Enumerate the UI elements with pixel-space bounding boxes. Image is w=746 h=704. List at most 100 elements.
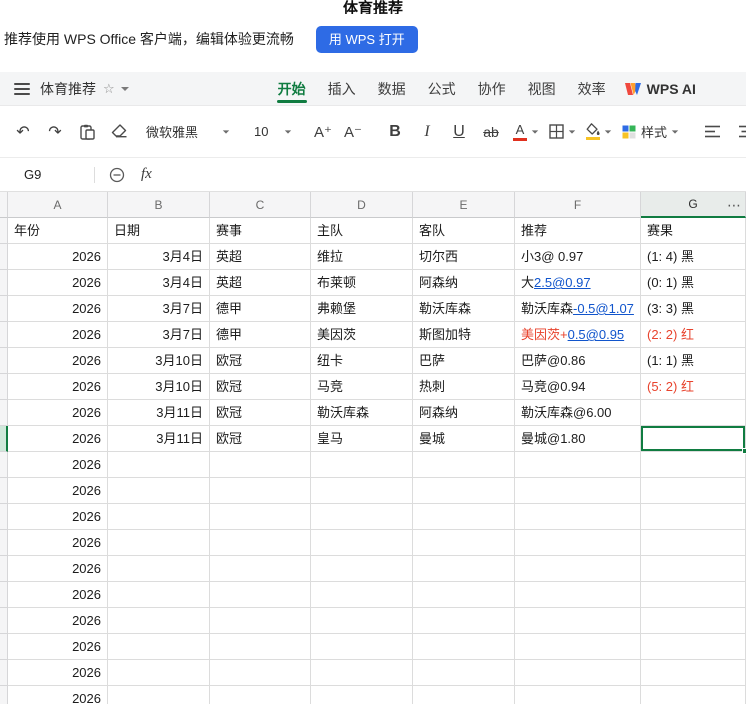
tab-collaborate[interactable]: 协作: [467, 72, 517, 105]
cell-tip[interactable]: [515, 504, 641, 530]
column-header-f[interactable]: F: [515, 192, 641, 218]
cell-result[interactable]: (1: 4) 黑: [641, 244, 746, 270]
row-header[interactable]: [0, 686, 8, 704]
cell-home[interactable]: 纽卡: [311, 348, 413, 374]
cell-date[interactable]: 3月10日: [108, 374, 210, 400]
cell-year[interactable]: 2026: [8, 478, 108, 504]
more-columns-button[interactable]: ⋯: [727, 192, 741, 218]
header-result[interactable]: 赛果: [641, 218, 746, 244]
cell-year[interactable]: 2026: [8, 530, 108, 556]
header-away[interactable]: 客队: [413, 218, 515, 244]
row-header[interactable]: [0, 660, 8, 686]
cell-year[interactable]: 2026: [8, 608, 108, 634]
cell-result[interactable]: [641, 608, 746, 634]
borders-button[interactable]: [549, 117, 576, 147]
cell-date[interactable]: 3月4日: [108, 270, 210, 296]
cell-tip[interactable]: [515, 608, 641, 634]
cell-date[interactable]: [108, 504, 210, 530]
cell-result[interactable]: (0: 1) 黑: [641, 270, 746, 296]
cell-year[interactable]: 2026: [8, 556, 108, 582]
cell-event[interactable]: [210, 686, 311, 704]
cell-away[interactable]: [413, 582, 515, 608]
row-header[interactable]: [0, 530, 8, 556]
cell-year[interactable]: 2026: [8, 322, 108, 348]
tab-efficiency[interactable]: 效率: [567, 72, 617, 105]
cell-year[interactable]: 2026: [8, 296, 108, 322]
cell-date[interactable]: 3月11日: [108, 400, 210, 426]
cell-tip[interactable]: [515, 478, 641, 504]
header-event[interactable]: 赛事: [210, 218, 311, 244]
cell-year[interactable]: 2026: [8, 686, 108, 704]
wps-ai-button[interactable]: WPS AI: [624, 81, 696, 97]
cell-away[interactable]: 勒沃库森: [413, 296, 515, 322]
cell-home[interactable]: 美因茨: [311, 322, 413, 348]
cell-date[interactable]: 3月7日: [108, 296, 210, 322]
cell-tip[interactable]: [515, 686, 641, 704]
cell-away[interactable]: 巴萨: [413, 348, 515, 374]
cell-year[interactable]: 2026: [8, 244, 108, 270]
cell-year[interactable]: 2026: [8, 582, 108, 608]
cell-home[interactable]: [311, 660, 413, 686]
row-header[interactable]: [0, 452, 8, 478]
cell-result[interactable]: [641, 478, 746, 504]
cell-result[interactable]: [641, 660, 746, 686]
cell-away[interactable]: [413, 634, 515, 660]
cell-away[interactable]: [413, 660, 515, 686]
header-year[interactable]: 年份: [8, 218, 108, 244]
undo-button[interactable]: ↶: [10, 117, 36, 147]
row-header[interactable]: [0, 582, 8, 608]
cell-home[interactable]: 马竞: [311, 374, 413, 400]
cell-event[interactable]: [210, 582, 311, 608]
cell-away[interactable]: [413, 478, 515, 504]
tab-home[interactable]: 开始: [267, 72, 317, 105]
cell-year[interactable]: 2026: [8, 504, 108, 530]
cell-home[interactable]: [311, 478, 413, 504]
row-header[interactable]: [0, 634, 8, 660]
name-box[interactable]: G9: [24, 167, 86, 182]
cell-year[interactable]: 2026: [8, 400, 108, 426]
row-header[interactable]: [0, 608, 8, 634]
cell-result[interactable]: [641, 400, 746, 426]
cell-away[interactable]: [413, 608, 515, 634]
row-header[interactable]: [0, 478, 8, 504]
column-header-b[interactable]: B: [108, 192, 210, 218]
cell-tip[interactable]: [515, 556, 641, 582]
chevron-down-icon[interactable]: [120, 86, 129, 91]
cell-date[interactable]: [108, 608, 210, 634]
cell-year[interactable]: 2026: [8, 426, 108, 452]
cell-result[interactable]: (5: 2) 红: [641, 374, 746, 400]
cell-styles-button[interactable]: 样式: [622, 117, 679, 147]
cell-event[interactable]: [210, 478, 311, 504]
cell-away[interactable]: [413, 686, 515, 704]
row-header[interactable]: [0, 556, 8, 582]
cell-away[interactable]: [413, 504, 515, 530]
align-center-button[interactable]: [733, 117, 746, 147]
tip-link[interactable]: 0.5@0.95: [568, 327, 625, 342]
tab-formula[interactable]: 公式: [417, 72, 467, 105]
cell-date[interactable]: 3月4日: [108, 244, 210, 270]
cell-home[interactable]: 皇马: [311, 426, 413, 452]
cell-home[interactable]: 布莱顿: [311, 270, 413, 296]
row-header[interactable]: [0, 270, 8, 296]
cell-result[interactable]: [641, 530, 746, 556]
row-header[interactable]: [0, 296, 8, 322]
header-date[interactable]: 日期: [108, 218, 210, 244]
cell-tip[interactable]: [515, 634, 641, 660]
tip-link[interactable]: 2.5@0.97: [534, 275, 591, 290]
cell-home[interactable]: 勒沃库森: [311, 400, 413, 426]
cell-away[interactable]: 切尔西: [413, 244, 515, 270]
cell-event[interactable]: [210, 452, 311, 478]
cell-tip[interactable]: 曼城@1.80: [515, 426, 641, 452]
font-size-dropdown[interactable]: 10: [248, 116, 298, 148]
cell-result[interactable]: (1: 1) 黑: [641, 348, 746, 374]
bold-button[interactable]: B: [382, 117, 408, 147]
cell-tip[interactable]: 勒沃库森@6.00: [515, 400, 641, 426]
font-color-button[interactable]: A: [513, 117, 539, 147]
cell-date[interactable]: 3月10日: [108, 348, 210, 374]
insert-function-button[interactable]: fx: [141, 166, 152, 183]
cell-result[interactable]: (2: 2) 红: [641, 322, 746, 348]
cell-home[interactable]: 维拉: [311, 244, 413, 270]
cell-result[interactable]: [641, 556, 746, 582]
cell-event[interactable]: [210, 530, 311, 556]
strikethrough-button[interactable]: ab: [478, 117, 504, 147]
